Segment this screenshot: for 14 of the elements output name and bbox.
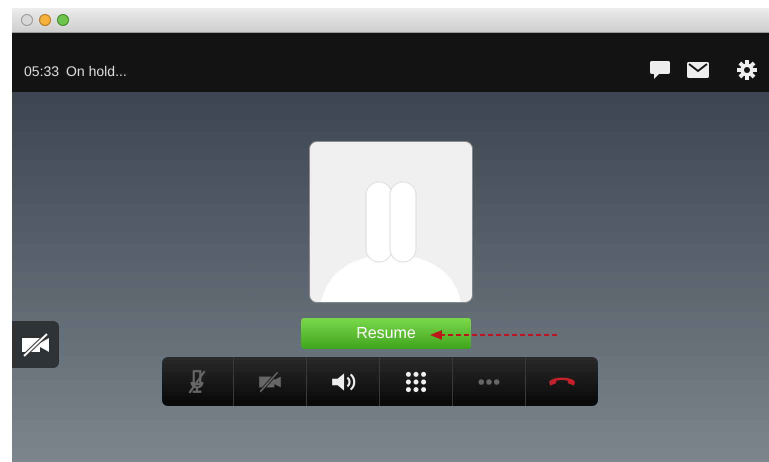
hang-up-icon <box>548 377 575 386</box>
envelope-icon[interactable] <box>687 62 709 78</box>
settings-icon[interactable] <box>737 60 757 80</box>
video-off-button[interactable] <box>12 321 59 368</box>
call-timer: 05:33 <box>24 62 60 81</box>
video-off-icon <box>20 332 52 356</box>
chat-icon[interactable] <box>649 60 671 80</box>
call-status: On hold... <box>66 62 127 81</box>
resume-button[interactable]: Resume <box>301 318 471 349</box>
minimize-window-button[interactable] <box>39 14 51 26</box>
zoom-window-button[interactable] <box>57 14 69 26</box>
more-icon <box>478 378 500 384</box>
close-window-button[interactable] <box>21 14 33 26</box>
video-off-icon <box>257 368 284 394</box>
